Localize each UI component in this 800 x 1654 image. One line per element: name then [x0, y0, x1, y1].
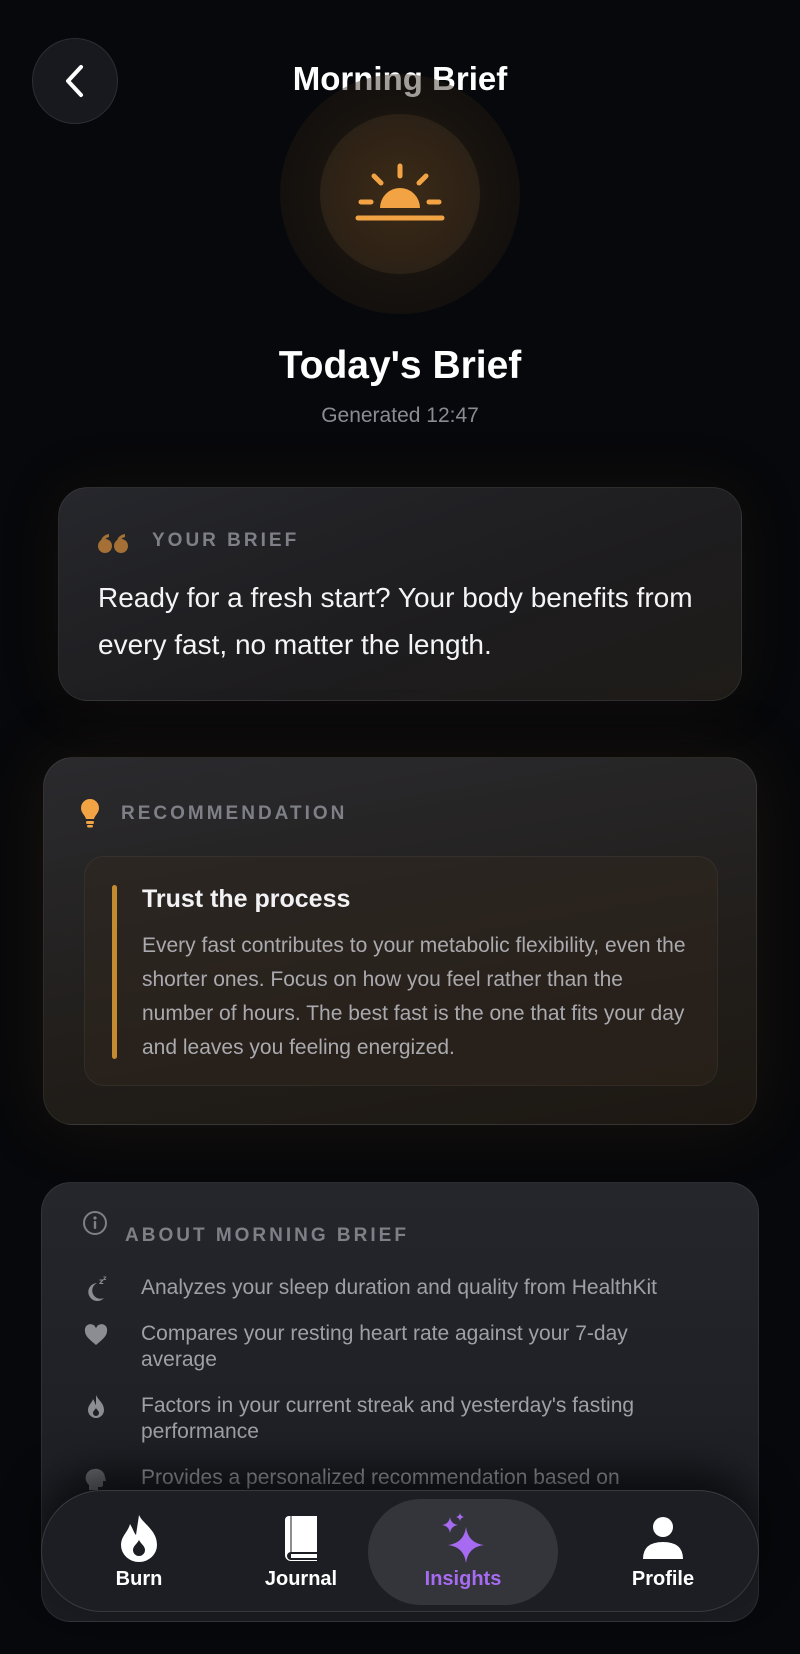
recommendation-text: Every fast contributes to your metabolic…	[142, 934, 686, 1059]
morning-brief-screen: Morning Brief Today's Brief Generated 12…	[0, 0, 800, 1654]
brain-icon	[82, 1465, 110, 1493]
book-icon	[278, 1514, 324, 1562]
tab-bar: Burn Journal Insights Profile	[41, 1490, 759, 1612]
your-brief-label: YOUR BRIEF	[152, 530, 300, 551]
recommendation-detail: Trust the process Every fast contributes…	[84, 856, 718, 1086]
recommendation-label: RECOMMENDATION	[121, 803, 348, 824]
generated-timestamp: Generated 12:47	[321, 404, 479, 427]
recommendation-card: RECOMMENDATION Trust the process Every f…	[43, 757, 757, 1125]
quote-icon	[97, 531, 129, 555]
info-icon	[82, 1210, 108, 1236]
brief-text: Ready for a fresh start? Your body benef…	[98, 582, 693, 660]
accent-bar	[112, 885, 117, 1059]
flame-icon	[116, 1514, 162, 1562]
flame-icon	[82, 1393, 110, 1421]
tab-label: Profile	[631, 1567, 695, 1590]
person-icon	[640, 1514, 686, 1562]
svg-text:z: z	[103, 1276, 107, 1282]
tab-label: Journal	[264, 1567, 338, 1590]
about-label: ABOUT MORNING BRIEF	[125, 1225, 409, 1246]
brief-title: Today's Brief	[278, 344, 522, 387]
tab-label: Burn	[115, 1567, 163, 1590]
moon-zzz-icon: z z	[82, 1275, 110, 1303]
tab-label: Insights	[424, 1567, 502, 1590]
lightbulb-icon	[80, 798, 100, 828]
tab-profile[interactable]: Profile	[568, 1499, 758, 1605]
sparkles-icon	[440, 1512, 486, 1563]
recommendation-title: Trust the process	[142, 885, 351, 913]
tab-insights[interactable]: Insights	[368, 1499, 558, 1605]
your-brief-card: YOUR BRIEF Ready for a fresh start? Your…	[58, 487, 742, 701]
heart-icon	[82, 1321, 110, 1349]
sunrise-icon	[320, 114, 480, 274]
